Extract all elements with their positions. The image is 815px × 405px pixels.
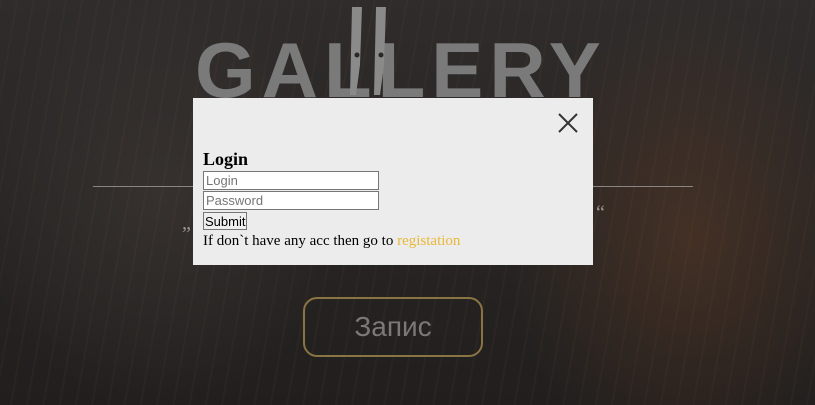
register-prompt: If don`t have any acc then go to regista… [203, 232, 460, 250]
login-input[interactable] [203, 171, 379, 190]
close-icon[interactable] [556, 111, 580, 135]
register-link[interactable]: registation [397, 233, 460, 249]
modal-title: Login [203, 149, 249, 169]
submit-button[interactable]: Submit [203, 212, 248, 230]
register-prompt-text: If don`t have any acc then go to [203, 233, 398, 249]
scissors-blade-icon [350, 7, 386, 95]
quote-open-mark: „ [182, 212, 191, 234]
quote-close-mark: “ [596, 202, 605, 224]
login-form: Login Submit If don`t have any acc then … [203, 148, 460, 250]
password-input[interactable] [203, 191, 379, 210]
booking-button[interactable]: Запис [303, 297, 483, 357]
